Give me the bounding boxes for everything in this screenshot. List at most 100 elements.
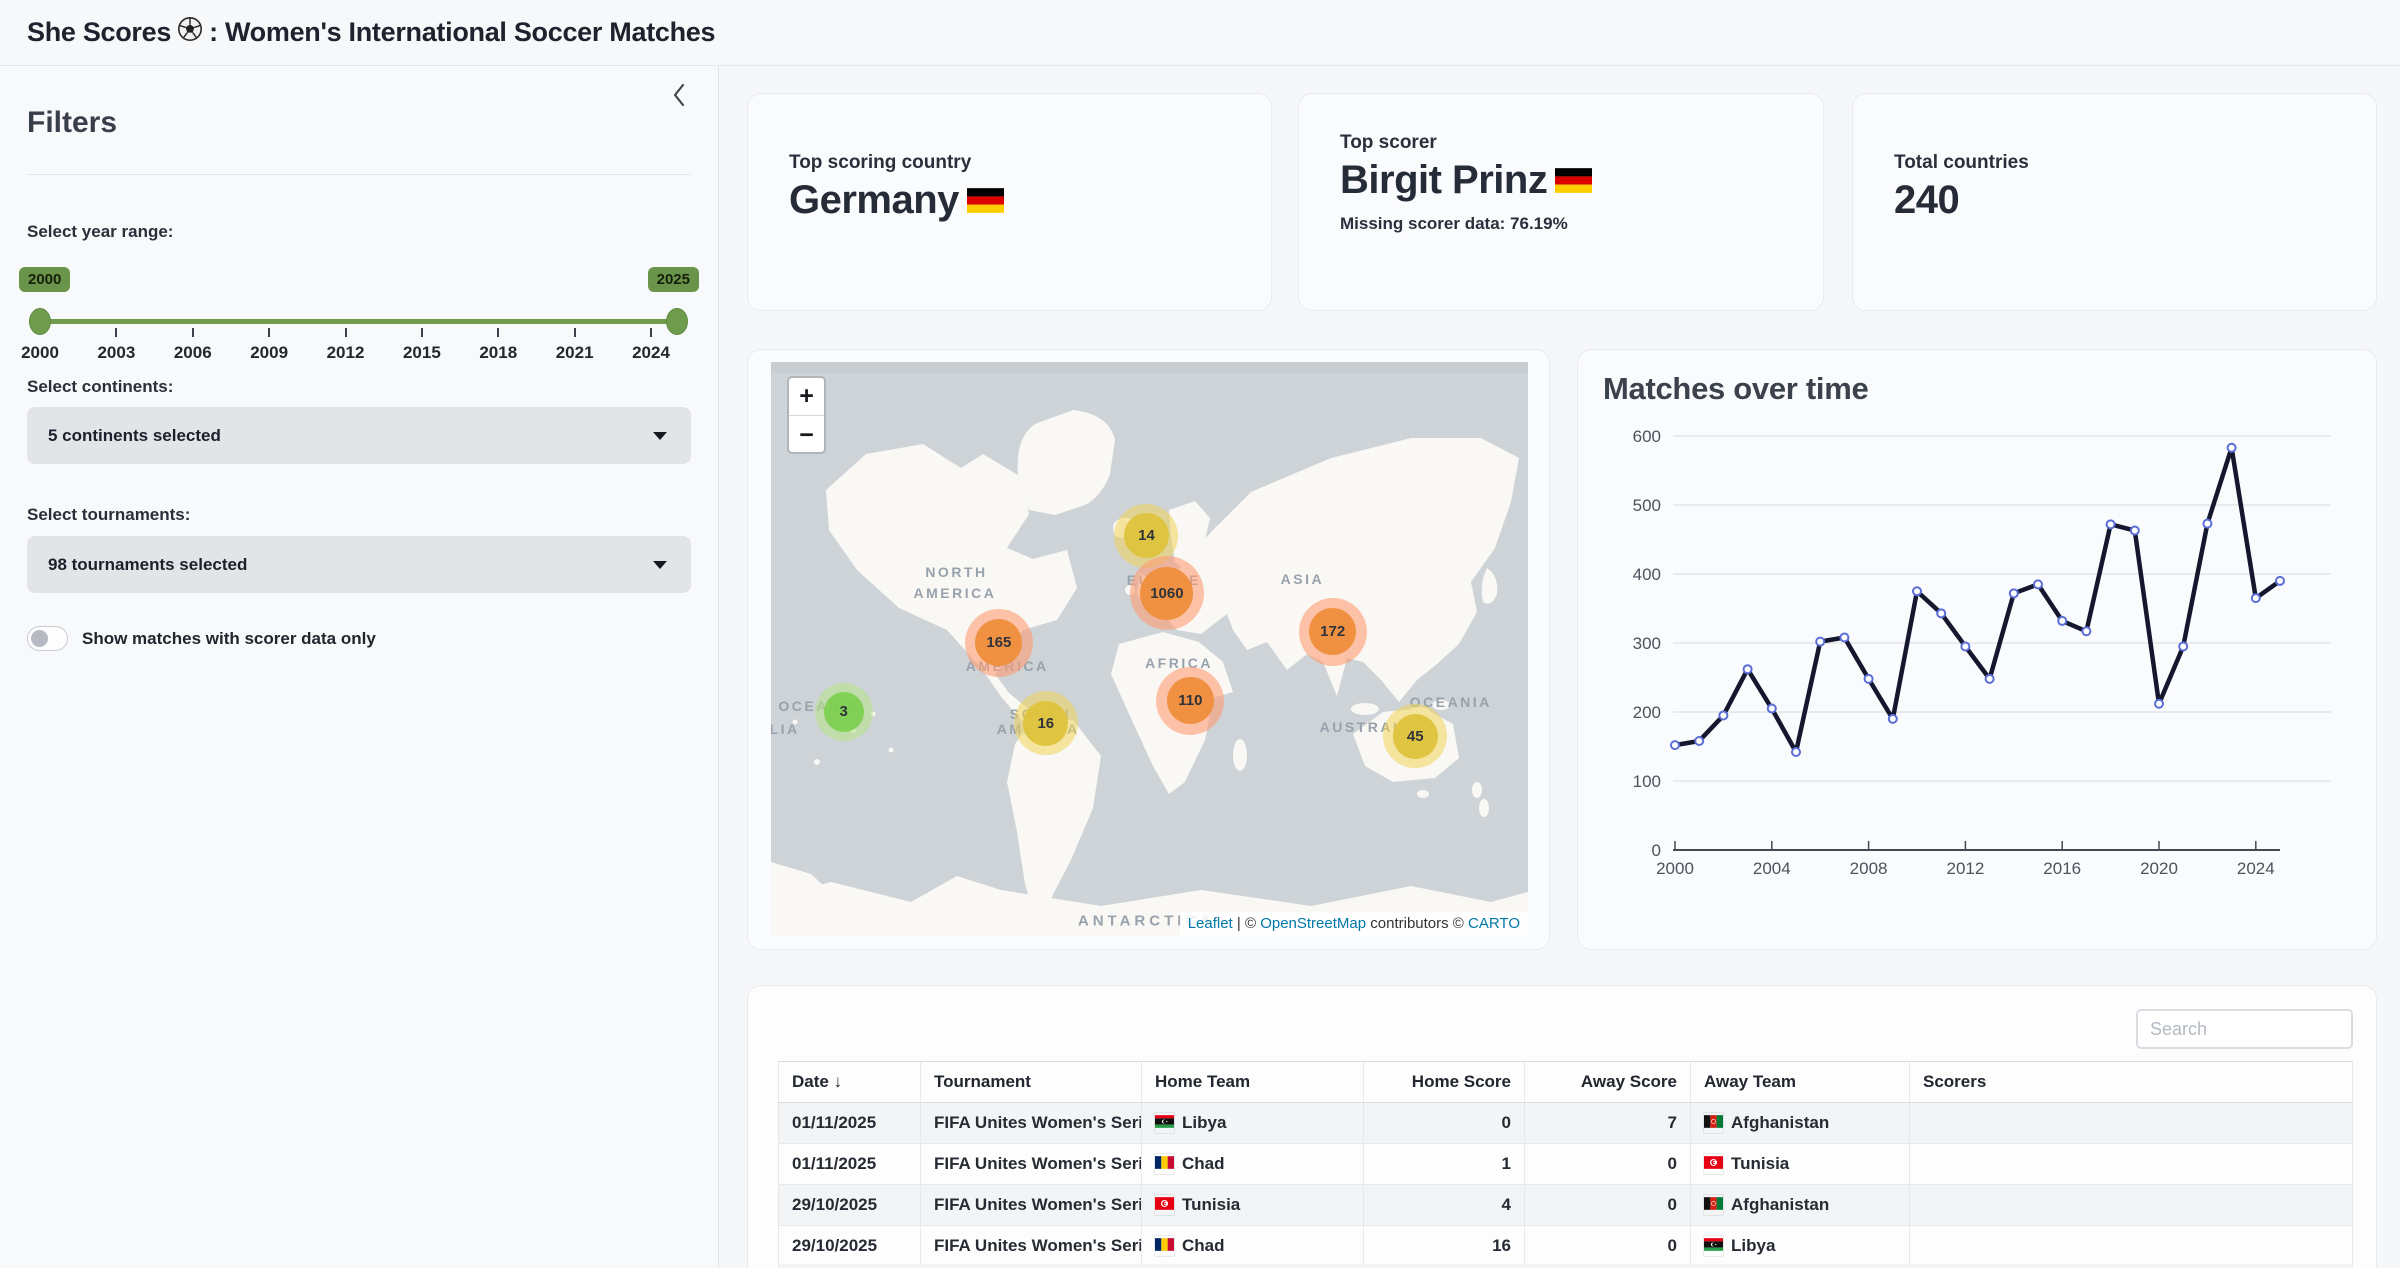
table-row: 29/10/2025FIFA Unites Women's SeriesChad… <box>778 1226 2353 1267</box>
af-flag-icon <box>1704 1195 1723 1215</box>
tournaments-select[interactable]: 98 tournaments selected <box>27 536 691 593</box>
page-title: She Scores : Women's International Socce… <box>27 16 715 49</box>
column-header[interactable]: Away Team <box>1691 1062 1910 1102</box>
attribution-link[interactable]: Leaflet <box>1188 915 1233 932</box>
card-label: Top scorer <box>1340 132 1803 154</box>
column-header[interactable]: Date ↓ <box>778 1062 921 1102</box>
year-tick-label: 2015 <box>392 343 452 363</box>
table-cell <box>1910 1226 2353 1266</box>
germany-flag-icon <box>1555 158 1592 202</box>
table-row: 01/11/2025FIFA Unites Women's SeriesLiby… <box>778 1103 2353 1144</box>
table-cell: 16 <box>1364 1226 1525 1266</box>
year-tick-label: 2000 <box>10 343 70 363</box>
tournaments-select-value: 98 tournaments selected <box>48 555 653 575</box>
af-flag-icon <box>1704 1113 1723 1133</box>
svg-text:600: 600 <box>1633 427 1661 446</box>
table-cell: FIFA Unites Women's Series <box>921 1226 1142 1266</box>
year-tick-label: 2009 <box>239 343 299 363</box>
cluster-marker[interactable]: 45 <box>1383 704 1447 768</box>
table-cell: 01/11/2025 <box>778 1144 921 1184</box>
column-header[interactable]: Tournament <box>921 1062 1142 1102</box>
year-tick-label: 2018 <box>468 343 528 363</box>
year-slider-track[interactable] <box>40 319 677 324</box>
column-header[interactable]: Home Score <box>1364 1062 1525 1102</box>
column-header[interactable]: Away Score <box>1525 1062 1691 1102</box>
continent-label: LIA <box>771 721 800 737</box>
continent-label: ASIA <box>1281 571 1324 587</box>
page-title-prefix: She Scores <box>27 17 171 48</box>
tournaments-label: Select tournaments: <box>27 505 190 525</box>
table-cell: Afghanistan <box>1691 1103 1910 1143</box>
cluster-marker[interactable]: 1060 <box>1130 556 1204 630</box>
table-cell <box>1910 1144 2353 1184</box>
table-cell <box>1910 1103 2353 1143</box>
svg-text:2004: 2004 <box>1753 859 1791 878</box>
year-slider-handle-min[interactable] <box>29 308 51 335</box>
table-cell <box>1910 1185 2353 1225</box>
year-tick-mark <box>574 328 576 337</box>
matches-over-time-card: Matches over time 0100200300400500600200… <box>1577 349 2377 950</box>
matches-table: Date ↓TournamentHome TeamHome ScoreAway … <box>778 1061 2353 1267</box>
world-landmasses <box>771 362 1528 936</box>
sidebar-collapse-icon[interactable] <box>672 82 686 113</box>
cluster-marker[interactable]: 3 <box>815 683 873 741</box>
continents-select[interactable]: 5 continents selected <box>27 407 691 464</box>
table-header-row: Date ↓TournamentHome TeamHome ScoreAway … <box>778 1061 2353 1103</box>
tn-flag-icon <box>1155 1195 1174 1215</box>
attribution-text: | © <box>1233 915 1260 932</box>
year-tick-mark <box>345 328 347 337</box>
cluster-marker[interactable]: 16 <box>1014 691 1078 755</box>
table-row-partial <box>778 1264 2353 1268</box>
cluster-marker[interactable]: 110 <box>1156 667 1224 735</box>
table-cell: Libya <box>1142 1103 1364 1143</box>
continent-label: NORTH <box>925 564 987 580</box>
chevron-down-icon <box>653 432 667 440</box>
scorer-toggle-label: Show matches with scorer data only <box>82 629 376 649</box>
page-title-suffix: : Women's International Soccer Matches <box>209 17 715 48</box>
zoom-in-button[interactable]: + <box>789 378 824 416</box>
cluster-count: 1060 <box>1140 567 1193 620</box>
cluster-marker[interactable]: 172 <box>1299 598 1367 666</box>
scorer-data-toggle[interactable] <box>27 626 68 651</box>
table-cell: 0 <box>1525 1226 1691 1266</box>
missing-scorer-caption: Missing scorer data: 76.19% <box>1340 214 1803 234</box>
table-cell: 7 <box>1525 1103 1691 1143</box>
year-slider-handle-max[interactable] <box>666 308 688 335</box>
scorer-toggle-row: Show matches with scorer data only <box>27 626 376 651</box>
svg-text:300: 300 <box>1633 634 1661 653</box>
attribution-link[interactable]: CARTO <box>1468 915 1520 932</box>
year-max-badge: 2025 <box>648 267 699 292</box>
ly-flag-icon <box>1155 1113 1174 1133</box>
column-header[interactable]: Scorers <box>1910 1062 2353 1102</box>
map-card: NORTHAMERICAEUROPEASIAAMERICAAFRICASOUTH… <box>747 349 1550 950</box>
table-cell: FIFA Unites Women's Series <box>921 1185 1142 1225</box>
year-tick-label: 2024 <box>621 343 681 363</box>
table-row: 01/11/2025FIFA Unites Women's SeriesChad… <box>778 1144 2353 1185</box>
cluster-count: 165 <box>975 619 1022 666</box>
card-total-countries: Total countries 240 <box>1852 93 2377 311</box>
year-min-badge: 2000 <box>19 267 70 292</box>
svg-text:2008: 2008 <box>1850 859 1888 878</box>
map-attribution: Leaflet | © OpenStreetMap contributors ©… <box>1180 912 1528 936</box>
cluster-marker[interactable]: 165 <box>965 609 1033 677</box>
table-cell: 0 <box>1525 1144 1691 1184</box>
column-header[interactable]: Home Team <box>1142 1062 1364 1102</box>
search-input[interactable] <box>2136 1009 2353 1049</box>
sidebar: Filters Select year range: 2000 2025 200… <box>0 66 719 1268</box>
world-map[interactable]: NORTHAMERICAEUROPEASIAAMERICAAFRICASOUTH… <box>771 362 1528 936</box>
chevron-down-icon <box>653 561 667 569</box>
table-cell: FIFA Unites Women's Series <box>921 1144 1142 1184</box>
table-cell: 01/11/2025 <box>778 1103 921 1143</box>
card-value: Birgit Prinz <box>1340 158 1547 202</box>
zoom-out-button[interactable]: − <box>789 416 824 454</box>
table-cell: Afghanistan <box>1691 1185 1910 1225</box>
divider <box>27 174 691 175</box>
svg-text:500: 500 <box>1633 496 1661 515</box>
svg-text:0: 0 <box>1652 841 1661 860</box>
cluster-count: 110 <box>1167 677 1214 724</box>
card-label: Top scoring country <box>789 152 1251 174</box>
table-cell: Libya <box>1691 1226 1910 1266</box>
attribution-link[interactable]: OpenStreetMap <box>1260 915 1366 932</box>
germany-flag-icon <box>967 178 1004 222</box>
table-row: 29/10/2025FIFA Unites Women's SeriesTuni… <box>778 1185 2353 1226</box>
